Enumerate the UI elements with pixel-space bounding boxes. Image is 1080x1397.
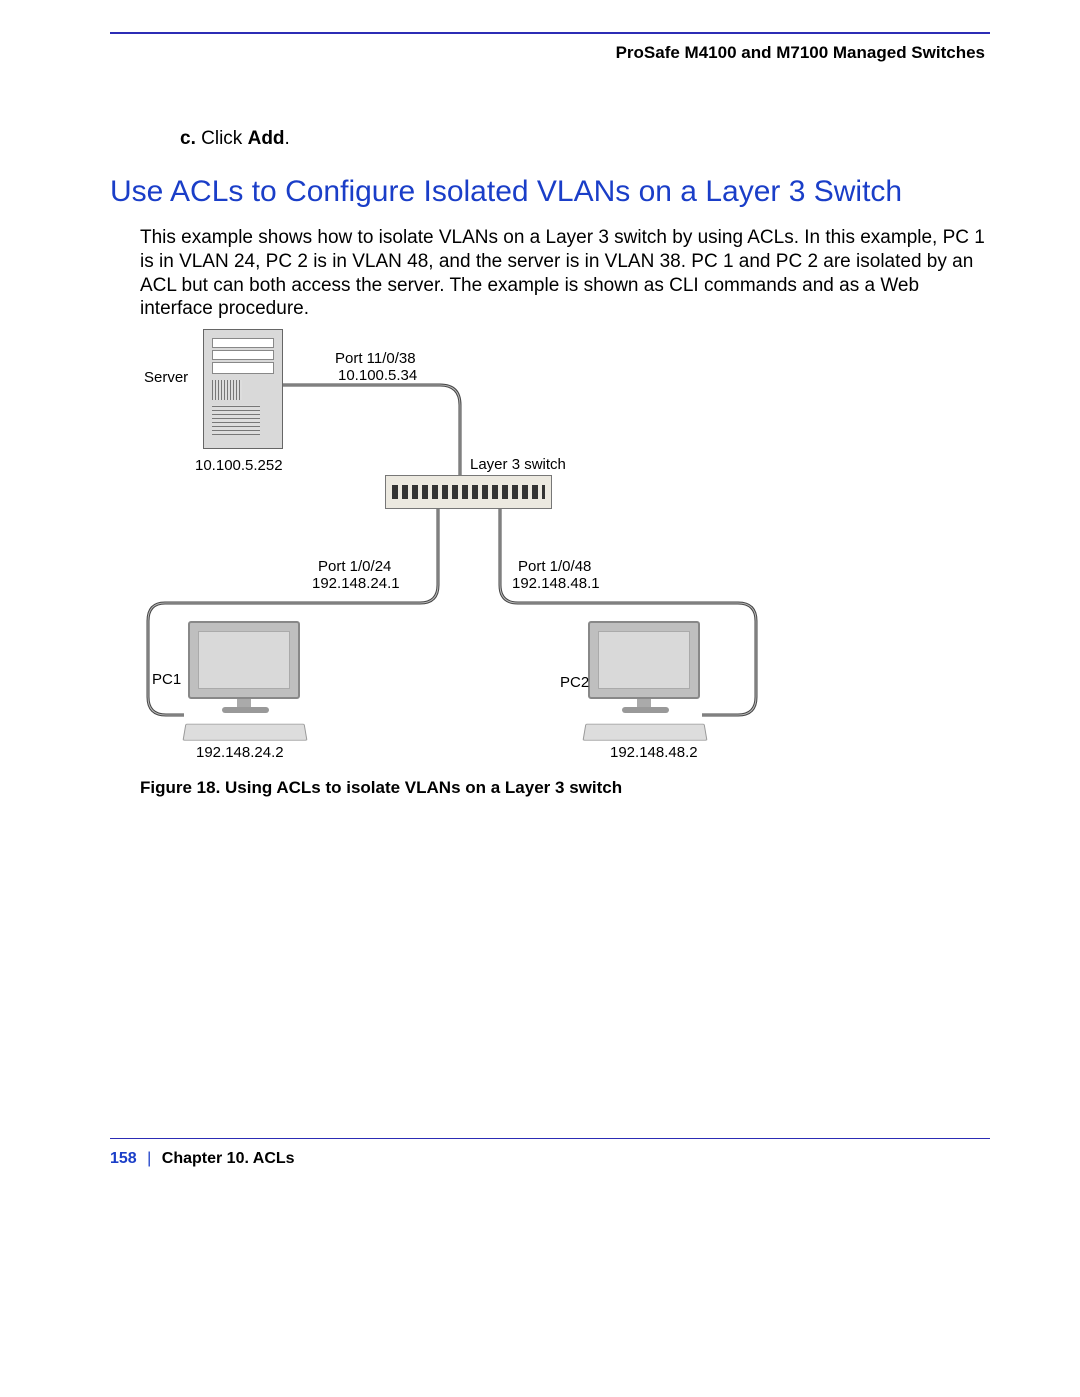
step-c: c. Click Add.	[180, 128, 290, 150]
pc2-ip: 192.148.48.2	[610, 744, 698, 761]
network-diagram: Server 10.100.5.252 Port 11/0/38 10.100.…	[140, 325, 760, 765]
doc-title: ProSafe M4100 and M7100 Managed Switches	[616, 43, 985, 63]
port38-line1: Port 11/0/38	[335, 350, 416, 367]
pc1-label: PC1	[152, 671, 181, 688]
pc2-keyboard-icon	[583, 724, 708, 741]
step-marker: c.	[180, 128, 196, 149]
port24-line1: Port 1/0/24	[318, 558, 391, 575]
step-period: .	[285, 128, 290, 149]
footer: 158 | Chapter 10. ACLs	[110, 1150, 295, 1168]
pc1-icon	[188, 621, 300, 725]
footer-sep: |	[147, 1150, 151, 1167]
page-number: 158	[110, 1150, 137, 1167]
port48-line1: Port 1/0/48	[518, 558, 591, 575]
pc1-ip: 192.148.24.2	[196, 744, 284, 761]
port38-line2: 10.100.5.34	[338, 367, 417, 384]
section-heading: Use ACLs to Configure Isolated VLANs on …	[110, 175, 902, 209]
figure-caption: Figure 18. Using ACLs to isolate VLANs o…	[140, 778, 622, 798]
pc2-icon	[588, 621, 700, 725]
switch-icon	[385, 475, 552, 509]
footer-rule	[110, 1138, 990, 1139]
chapter-label: Chapter 10. ACLs	[162, 1150, 295, 1167]
server-ip: 10.100.5.252	[195, 457, 283, 474]
page: ProSafe M4100 and M7100 Managed Switches…	[0, 0, 1080, 1397]
server-label: Server	[144, 369, 188, 386]
pc1-keyboard-icon	[183, 724, 308, 741]
switch-label: Layer 3 switch	[470, 456, 566, 473]
port48-line2: 192.148.48.1	[512, 575, 600, 592]
step-text-before: Click	[201, 128, 247, 149]
body-paragraph: This example shows how to isolate VLANs …	[140, 226, 985, 321]
pc2-label: PC2	[560, 674, 589, 691]
server-icon	[203, 329, 283, 449]
step-bold: Add	[248, 128, 285, 149]
header-rule	[110, 32, 990, 34]
port24-line2: 192.148.24.1	[312, 575, 400, 592]
